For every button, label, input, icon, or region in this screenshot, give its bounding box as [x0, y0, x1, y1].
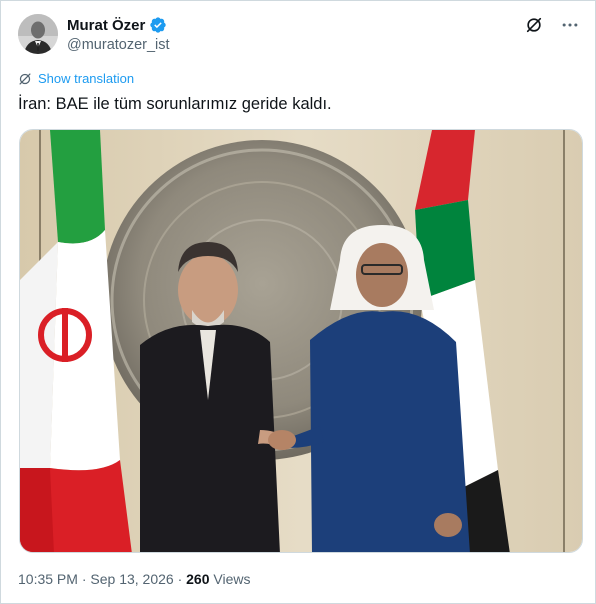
verified-badge-icon [150, 17, 167, 33]
tweet-header: Murat Özer @muratozer_ist [18, 14, 581, 58]
views-label: Views [213, 571, 251, 587]
show-translation-label: Show translation [38, 71, 135, 86]
views-count: 260 [186, 571, 210, 587]
slash-circle-icon[interactable] [523, 14, 545, 36]
author-name[interactable]: Murat Özer [67, 17, 145, 34]
photo-image [20, 130, 582, 552]
translate-icon [19, 72, 31, 85]
tweet-meta: 10:35 PM · Sep 13, 2026 · 260 Views [18, 571, 250, 587]
meta-separator-2: · [173, 571, 187, 587]
tweet-photo[interactable] [19, 129, 583, 553]
author-handle[interactable]: @muratozer_ist [67, 37, 170, 53]
tweet-top-actions [523, 14, 581, 36]
more-icon[interactable] [559, 14, 581, 36]
tweet-time[interactable]: 10:35 PM [18, 571, 78, 587]
avatar[interactable] [18, 14, 58, 54]
tweet-text: İran: BAE ile tüm sorunlarımız geride ka… [18, 95, 332, 113]
tweet-card: Murat Özer @muratozer_ist Show translati… [0, 0, 596, 604]
tweet-date[interactable]: Sep 13, 2026 [90, 571, 173, 587]
avatar-image [18, 14, 58, 54]
show-translation-link[interactable]: Show translation [18, 71, 134, 86]
meta-separator: · [77, 571, 91, 587]
author-name-row: Murat Özer [67, 16, 167, 34]
